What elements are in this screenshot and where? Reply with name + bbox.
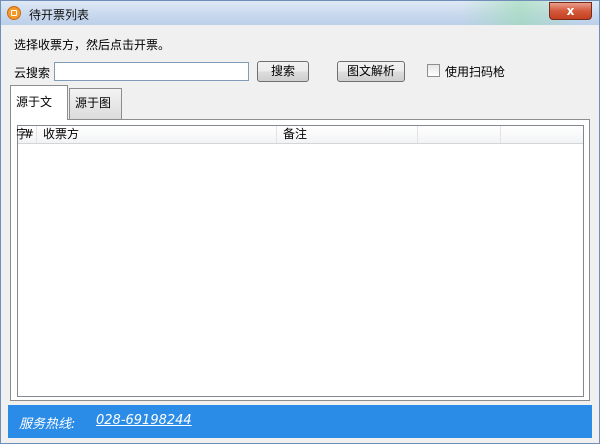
instruction-text: 选择收票方，然后点击开票。 [14, 38, 171, 52]
hotline-number-link[interactable]: 028-69198244 [96, 413, 192, 428]
title-bar[interactable]: 待开票列表 x [1, 1, 599, 25]
search-button[interactable]: 搜索 [257, 61, 309, 82]
hotline-label: 服务热线: [19, 417, 76, 432]
parse-button[interactable]: 图文解析 [337, 61, 405, 82]
search-label: 云搜索 [14, 66, 51, 80]
tab-panel: # 收票方 备注 [10, 119, 590, 401]
list-header: # 收票方 备注 [18, 126, 583, 144]
close-button[interactable]: x [549, 2, 592, 20]
column-header-payee[interactable]: 收票方 [37, 126, 277, 143]
column-header-empty[interactable] [418, 126, 501, 143]
tab-text-source[interactable]: 源于文字 [10, 85, 68, 141]
payee-list[interactable]: # 收票方 备注 [17, 125, 584, 397]
tab-image-source[interactable]: 源于图片 [69, 88, 122, 138]
app-icon [7, 6, 21, 20]
search-input[interactable] [54, 62, 249, 81]
status-bar: 服务热线: 028-69198244 [8, 405, 592, 438]
column-header-empty[interactable] [501, 126, 583, 143]
scanner-checkbox[interactable] [427, 64, 440, 77]
column-header-note[interactable]: 备注 [277, 126, 418, 143]
window-title: 待开票列表 [29, 8, 90, 22]
client-area: 选择收票方，然后点击开票。 云搜索 搜索 图文解析 使用扫码枪 源于文字 源于图… [8, 29, 592, 402]
main-window: 待开票列表 x 选择收票方，然后点击开票。 云搜索 搜索 图文解析 使用扫码枪 … [0, 0, 600, 444]
scanner-checkbox-label[interactable]: 使用扫码枪 [445, 63, 505, 80]
